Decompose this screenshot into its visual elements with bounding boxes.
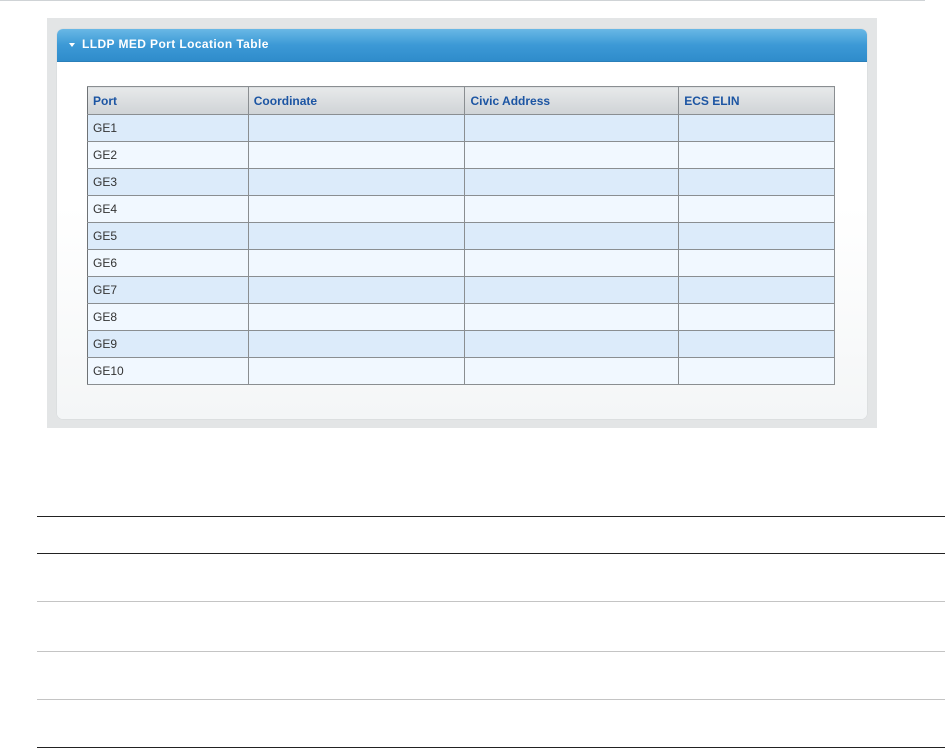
- table-row: GE4: [87, 195, 835, 223]
- coordinate-cell: [247, 276, 466, 304]
- civic-address-cell: [464, 141, 680, 169]
- table-row: GE1: [87, 114, 835, 142]
- ecs-elin-cell: [678, 168, 835, 196]
- port-location-table: Port Coordinate Civic Address ECS ELIN G…: [87, 86, 835, 385]
- section-rule: [37, 699, 945, 700]
- civic-address-cell: [464, 114, 680, 142]
- civic-address-cell: [464, 357, 680, 385]
- civic-address-cell: [464, 249, 680, 277]
- collapse-caret-icon[interactable]: [69, 43, 75, 47]
- table-row: GE8: [87, 303, 835, 331]
- civic-address-cell: [464, 195, 680, 223]
- civic-address-cell: [464, 330, 680, 358]
- lldp-med-port-location-panel: LLDP MED Port Location Table Port Coordi…: [57, 29, 867, 419]
- coordinate-cell: [247, 168, 466, 196]
- port-cell: GE5: [87, 222, 249, 250]
- column-header-civic-address: Civic Address: [464, 86, 680, 115]
- lldp-med-port-location-frame: LLDP MED Port Location Table Port Coordi…: [47, 18, 877, 428]
- port-cell: GE4: [87, 195, 249, 223]
- coordinate-cell: [247, 222, 466, 250]
- coordinate-cell: [247, 303, 466, 331]
- coordinate-cell: [247, 330, 466, 358]
- table-row: GE9: [87, 330, 835, 358]
- civic-address-cell: [464, 303, 680, 331]
- section-rule-top: [37, 516, 945, 517]
- table-row: GE10: [87, 357, 835, 385]
- table-row: GE7: [87, 276, 835, 304]
- table-header-row: Port Coordinate Civic Address ECS ELIN: [87, 86, 835, 115]
- table-row: GE5: [87, 222, 835, 250]
- column-header-coordinate: Coordinate: [247, 86, 466, 115]
- coordinate-cell: [247, 357, 466, 385]
- port-cell: GE6: [87, 249, 249, 277]
- port-cell: GE1: [87, 114, 249, 142]
- table-row: GE2: [87, 141, 835, 169]
- section-rule: [37, 651, 945, 652]
- section-rule: [37, 601, 945, 602]
- column-header-port: Port: [87, 86, 249, 115]
- section-rule-bottom: [37, 747, 945, 748]
- coordinate-cell: [247, 114, 466, 142]
- ecs-elin-cell: [678, 303, 835, 331]
- port-cell: GE7: [87, 276, 249, 304]
- port-cell: GE3: [87, 168, 249, 196]
- section-rule-header: [37, 553, 945, 554]
- civic-address-cell: [464, 222, 680, 250]
- ecs-elin-cell: [678, 141, 835, 169]
- coordinate-cell: [247, 141, 466, 169]
- panel-body: Port Coordinate Civic Address ECS ELIN G…: [57, 63, 867, 419]
- civic-address-cell: [464, 276, 680, 304]
- top-divider: [0, 0, 925, 1]
- ecs-elin-cell: [678, 357, 835, 385]
- port-cell: GE2: [87, 141, 249, 169]
- coordinate-cell: [247, 249, 466, 277]
- table-row: GE3: [87, 168, 835, 196]
- ecs-elin-cell: [678, 276, 835, 304]
- port-cell: GE10: [87, 357, 249, 385]
- port-cell: GE9: [87, 330, 249, 358]
- column-header-ecs-elin: ECS ELIN: [678, 86, 835, 115]
- ecs-elin-cell: [678, 330, 835, 358]
- coordinate-cell: [247, 195, 466, 223]
- ecs-elin-cell: [678, 222, 835, 250]
- ecs-elin-cell: [678, 195, 835, 223]
- civic-address-cell: [464, 168, 680, 196]
- ecs-elin-cell: [678, 249, 835, 277]
- panel-title: LLDP MED Port Location Table: [82, 37, 269, 51]
- table-row: GE6: [87, 249, 835, 277]
- ecs-elin-cell: [678, 114, 835, 142]
- port-cell: GE8: [87, 303, 249, 331]
- panel-header[interactable]: LLDP MED Port Location Table: [57, 29, 867, 62]
